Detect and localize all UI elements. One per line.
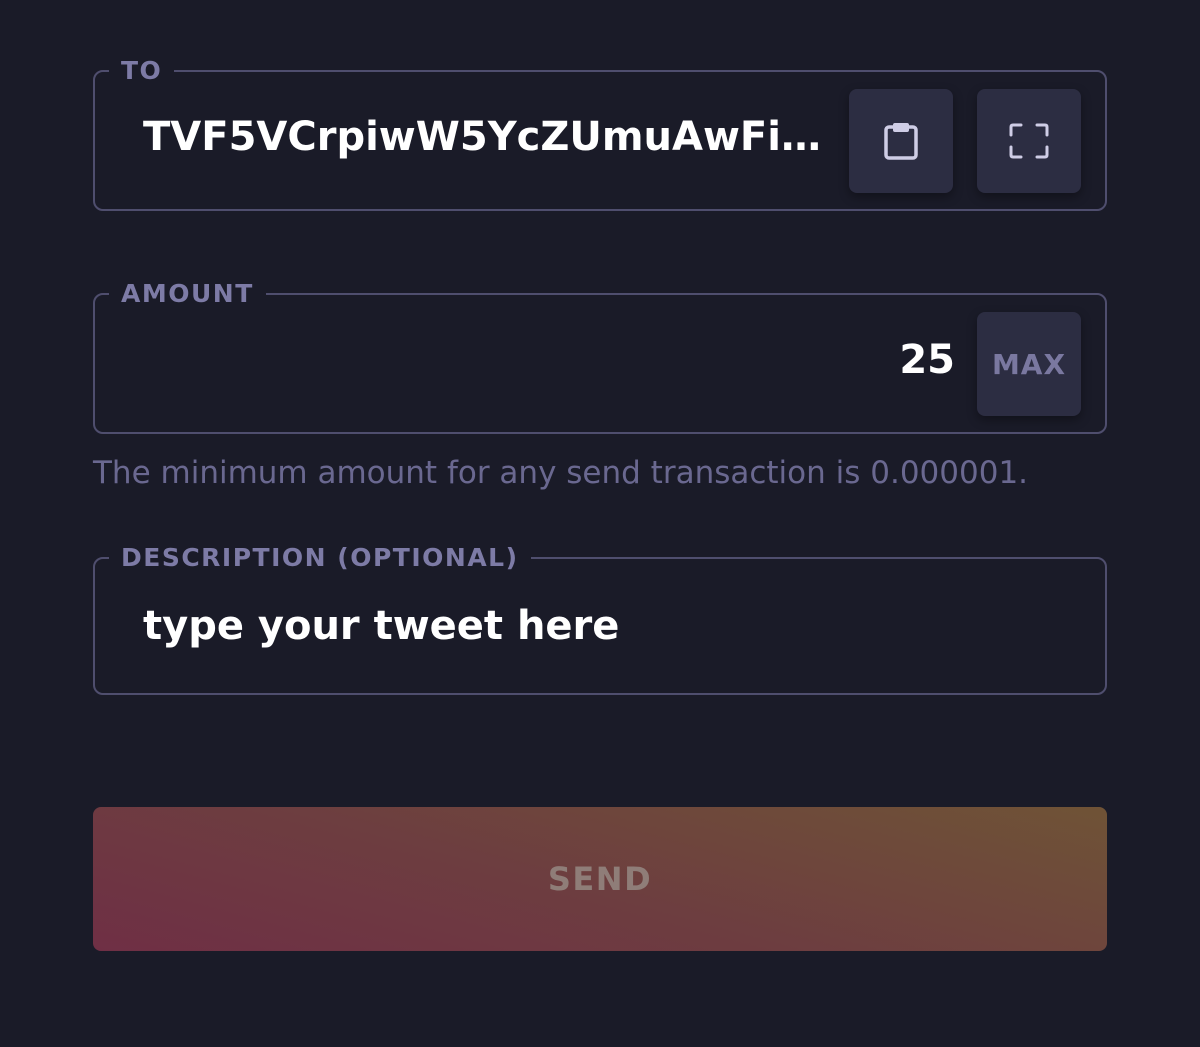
amount-field: AMOUNT 25 MAX	[93, 278, 1107, 434]
clipboard-icon	[884, 123, 918, 160]
minimum-amount-note: The minimum amount for any send transact…	[93, 455, 1029, 491]
paste-button[interactable]	[849, 89, 953, 193]
to-label: TO	[109, 55, 175, 87]
to-address-input[interactable]: TVF5VCrpiwW5YcZUmuAwFi…	[143, 112, 833, 162]
scan-frame-icon	[1009, 123, 1049, 159]
send-button-label: SEND	[547, 860, 653, 898]
description-input[interactable]: type your tweet here	[143, 601, 1043, 651]
amount-label: AMOUNT	[109, 278, 266, 310]
amount-input[interactable]: 25	[899, 335, 955, 385]
send-button[interactable]: SEND	[93, 807, 1107, 951]
to-field: TO TVF5VCrpiwW5YcZUmuAwFi…	[93, 55, 1107, 211]
max-button[interactable]: MAX	[977, 312, 1081, 416]
description-label: DESCRIPTION (OPTIONAL)	[109, 542, 531, 574]
scan-qr-button[interactable]	[977, 89, 1081, 193]
description-field: DESCRIPTION (OPTIONAL) type your tweet h…	[93, 542, 1107, 695]
max-button-label: MAX	[991, 347, 1067, 381]
